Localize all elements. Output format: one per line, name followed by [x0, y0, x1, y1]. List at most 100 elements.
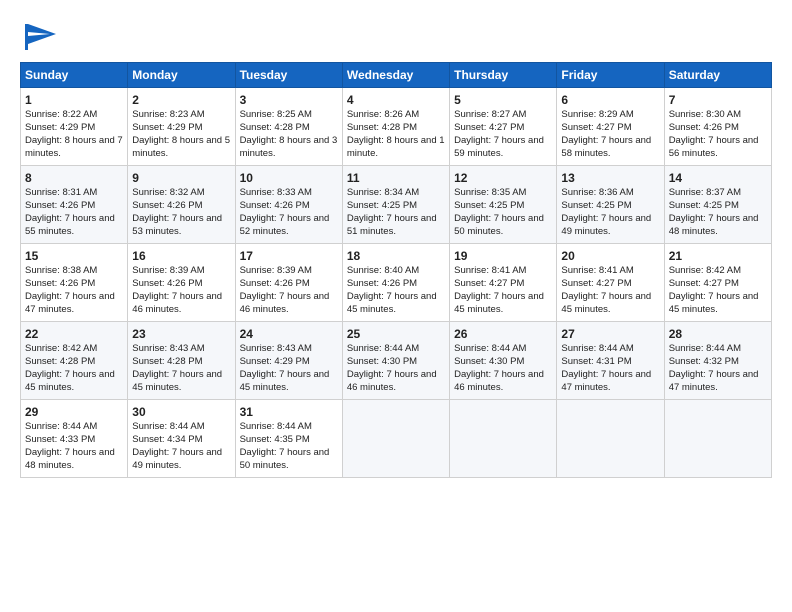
day-number: 5	[454, 92, 552, 108]
daylight-text: Daylight: 7 hours and 48 minutes.	[25, 447, 123, 473]
col-header-tuesday: Tuesday	[235, 63, 342, 88]
sunrise-text: Sunrise: 8:44 AM	[454, 343, 552, 356]
day-number: 11	[347, 170, 445, 186]
sunrise-text: Sunrise: 8:39 AM	[240, 265, 338, 278]
sunset-text: Sunset: 4:26 PM	[347, 278, 445, 291]
sunrise-text: Sunrise: 8:35 AM	[454, 187, 552, 200]
day-number: 24	[240, 326, 338, 342]
sunrise-text: Sunrise: 8:44 AM	[669, 343, 767, 356]
sunset-text: Sunset: 4:26 PM	[132, 278, 230, 291]
day-number: 3	[240, 92, 338, 108]
day-cell: 26Sunrise: 8:44 AMSunset: 4:30 PMDayligh…	[450, 322, 557, 400]
sunset-text: Sunset: 4:26 PM	[25, 278, 123, 291]
daylight-text: Daylight: 7 hours and 55 minutes.	[25, 213, 123, 239]
daylight-text: Daylight: 7 hours and 50 minutes.	[240, 447, 338, 473]
sunset-text: Sunset: 4:34 PM	[132, 434, 230, 447]
day-number: 10	[240, 170, 338, 186]
daylight-text: Daylight: 8 hours and 5 minutes.	[132, 135, 230, 161]
day-cell: 7Sunrise: 8:30 AMSunset: 4:26 PMDaylight…	[664, 88, 771, 166]
calendar-header-row: SundayMondayTuesdayWednesdayThursdayFrid…	[21, 63, 772, 88]
day-cell	[342, 400, 449, 478]
day-number: 27	[561, 326, 659, 342]
day-cell: 20Sunrise: 8:41 AMSunset: 4:27 PMDayligh…	[557, 244, 664, 322]
daylight-text: Daylight: 7 hours and 52 minutes.	[240, 213, 338, 239]
day-number: 17	[240, 248, 338, 264]
day-cell: 15Sunrise: 8:38 AMSunset: 4:26 PMDayligh…	[21, 244, 128, 322]
sunset-text: Sunset: 4:35 PM	[240, 434, 338, 447]
day-cell: 2Sunrise: 8:23 AMSunset: 4:29 PMDaylight…	[128, 88, 235, 166]
day-cell: 30Sunrise: 8:44 AMSunset: 4:34 PMDayligh…	[128, 400, 235, 478]
sunrise-text: Sunrise: 8:22 AM	[25, 109, 123, 122]
sunset-text: Sunset: 4:25 PM	[669, 200, 767, 213]
daylight-text: Daylight: 7 hours and 53 minutes.	[132, 213, 230, 239]
sunset-text: Sunset: 4:29 PM	[25, 122, 123, 135]
sunset-text: Sunset: 4:28 PM	[25, 356, 123, 369]
sunrise-text: Sunrise: 8:32 AM	[132, 187, 230, 200]
sunset-text: Sunset: 4:33 PM	[25, 434, 123, 447]
col-header-wednesday: Wednesday	[342, 63, 449, 88]
sunrise-text: Sunrise: 8:41 AM	[454, 265, 552, 278]
daylight-text: Daylight: 7 hours and 46 minutes.	[132, 291, 230, 317]
sunset-text: Sunset: 4:26 PM	[669, 122, 767, 135]
day-number: 8	[25, 170, 123, 186]
sunrise-text: Sunrise: 8:43 AM	[240, 343, 338, 356]
day-cell: 11Sunrise: 8:34 AMSunset: 4:25 PMDayligh…	[342, 166, 449, 244]
col-header-sunday: Sunday	[21, 63, 128, 88]
sunrise-text: Sunrise: 8:38 AM	[25, 265, 123, 278]
col-header-thursday: Thursday	[450, 63, 557, 88]
daylight-text: Daylight: 7 hours and 51 minutes.	[347, 213, 445, 239]
day-number: 18	[347, 248, 445, 264]
sunset-text: Sunset: 4:27 PM	[561, 278, 659, 291]
sunset-text: Sunset: 4:27 PM	[454, 122, 552, 135]
sunset-text: Sunset: 4:28 PM	[347, 122, 445, 135]
daylight-text: Daylight: 7 hours and 50 minutes.	[454, 213, 552, 239]
sunset-text: Sunset: 4:29 PM	[240, 356, 338, 369]
day-cell: 31Sunrise: 8:44 AMSunset: 4:35 PMDayligh…	[235, 400, 342, 478]
day-cell: 6Sunrise: 8:29 AMSunset: 4:27 PMDaylight…	[557, 88, 664, 166]
sunrise-text: Sunrise: 8:42 AM	[669, 265, 767, 278]
header	[20, 18, 772, 56]
day-cell: 4Sunrise: 8:26 AMSunset: 4:28 PMDaylight…	[342, 88, 449, 166]
sunset-text: Sunset: 4:26 PM	[240, 278, 338, 291]
sunrise-text: Sunrise: 8:27 AM	[454, 109, 552, 122]
day-cell: 9Sunrise: 8:32 AMSunset: 4:26 PMDaylight…	[128, 166, 235, 244]
daylight-text: Daylight: 7 hours and 48 minutes.	[669, 213, 767, 239]
daylight-text: Daylight: 7 hours and 59 minutes.	[454, 135, 552, 161]
sunrise-text: Sunrise: 8:39 AM	[132, 265, 230, 278]
day-cell: 27Sunrise: 8:44 AMSunset: 4:31 PMDayligh…	[557, 322, 664, 400]
day-number: 7	[669, 92, 767, 108]
daylight-text: Daylight: 7 hours and 56 minutes.	[669, 135, 767, 161]
sunrise-text: Sunrise: 8:26 AM	[347, 109, 445, 122]
day-cell	[557, 400, 664, 478]
daylight-text: Daylight: 7 hours and 45 minutes.	[454, 291, 552, 317]
daylight-text: Daylight: 7 hours and 45 minutes.	[347, 291, 445, 317]
day-number: 6	[561, 92, 659, 108]
daylight-text: Daylight: 8 hours and 1 minute.	[347, 135, 445, 161]
week-row-1: 1Sunrise: 8:22 AMSunset: 4:29 PMDaylight…	[21, 88, 772, 166]
sunrise-text: Sunrise: 8:44 AM	[25, 421, 123, 434]
col-header-saturday: Saturday	[664, 63, 771, 88]
day-number: 2	[132, 92, 230, 108]
logo-icon	[20, 18, 64, 56]
daylight-text: Daylight: 7 hours and 45 minutes.	[25, 369, 123, 395]
daylight-text: Daylight: 7 hours and 46 minutes.	[347, 369, 445, 395]
sunrise-text: Sunrise: 8:31 AM	[25, 187, 123, 200]
sunset-text: Sunset: 4:26 PM	[240, 200, 338, 213]
sunset-text: Sunset: 4:25 PM	[454, 200, 552, 213]
week-row-2: 8Sunrise: 8:31 AMSunset: 4:26 PMDaylight…	[21, 166, 772, 244]
calendar-table: SundayMondayTuesdayWednesdayThursdayFrid…	[20, 62, 772, 478]
week-row-3: 15Sunrise: 8:38 AMSunset: 4:26 PMDayligh…	[21, 244, 772, 322]
daylight-text: Daylight: 7 hours and 45 minutes.	[561, 291, 659, 317]
sunset-text: Sunset: 4:28 PM	[240, 122, 338, 135]
daylight-text: Daylight: 7 hours and 47 minutes.	[25, 291, 123, 317]
day-number: 13	[561, 170, 659, 186]
day-number: 30	[132, 404, 230, 420]
day-cell: 29Sunrise: 8:44 AMSunset: 4:33 PMDayligh…	[21, 400, 128, 478]
day-cell: 10Sunrise: 8:33 AMSunset: 4:26 PMDayligh…	[235, 166, 342, 244]
daylight-text: Daylight: 7 hours and 47 minutes.	[561, 369, 659, 395]
daylight-text: Daylight: 8 hours and 3 minutes.	[240, 135, 338, 161]
daylight-text: Daylight: 7 hours and 45 minutes.	[669, 291, 767, 317]
daylight-text: Daylight: 7 hours and 49 minutes.	[561, 213, 659, 239]
day-number: 16	[132, 248, 230, 264]
day-number: 26	[454, 326, 552, 342]
